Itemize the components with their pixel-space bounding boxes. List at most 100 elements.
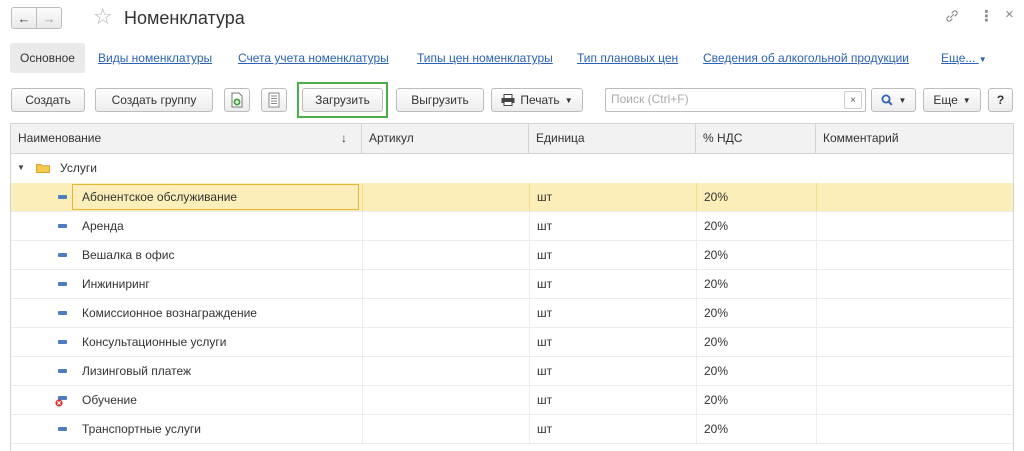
column-divider — [816, 328, 817, 356]
nomenclature-table: Наименование ↓ Артикул Единица % НДС Ком… — [10, 123, 1014, 451]
table-row[interactable]: Аренда шт 20% — [11, 212, 1013, 241]
more-vertical-icon[interactable]: ⋮ — [979, 7, 994, 25]
cell-unit: шт — [537, 277, 553, 291]
column-divider — [362, 328, 363, 356]
column-divider — [696, 415, 697, 443]
page-title: Номенклатура — [124, 8, 245, 28]
cell-unit: шт — [537, 335, 553, 349]
link-icon[interactable] — [944, 8, 960, 28]
expand-triangle-icon[interactable]: ▼ — [17, 154, 25, 182]
cell-vat: 20% — [704, 190, 729, 204]
cell-name: Консультационные услуги — [82, 335, 227, 349]
table-row[interactable]: Лизинговый платеж шт 20% — [11, 357, 1013, 386]
copy-button[interactable] — [224, 88, 250, 112]
cell-vat: 20% — [704, 277, 729, 291]
column-divider — [696, 386, 697, 414]
item-icon — [58, 311, 67, 315]
column-divider — [529, 212, 530, 240]
column-divider — [362, 357, 363, 385]
column-header-article[interactable]: Артикул — [362, 124, 529, 153]
item-icon — [58, 340, 67, 344]
table-row[interactable]: Транспортные услуги шт 20% — [11, 415, 1013, 444]
chevron-down-icon: ▼ — [564, 95, 573, 105]
column-divider — [529, 241, 530, 269]
item-icon — [58, 195, 67, 199]
column-divider — [696, 183, 697, 211]
column-divider — [529, 270, 530, 298]
tab-main[interactable]: Основное — [10, 43, 85, 73]
create-button[interactable]: Создать — [11, 88, 85, 112]
help-button[interactable]: ? — [988, 88, 1013, 112]
tab-accounting-accounts[interactable]: Счета учета номенклатуры — [238, 43, 389, 73]
column-divider — [696, 270, 697, 298]
tab-more[interactable]: Еще... ▼ — [941, 43, 987, 75]
tab-price-types[interactable]: Типы цен номенклатуры — [417, 43, 553, 73]
item-icon — [58, 282, 67, 286]
chevron-down-icon: ▼ — [898, 95, 907, 105]
cell-name: Транспортные услуги — [82, 422, 201, 436]
cell-name: Обучение — [82, 393, 137, 407]
column-divider — [696, 328, 697, 356]
table-row[interactable]: Инжиниринг шт 20% — [11, 270, 1013, 299]
list-button[interactable] — [261, 88, 287, 112]
clear-icon[interactable]: × — [844, 91, 862, 109]
column-header-name[interactable]: Наименование ↓ — [11, 124, 362, 153]
table-row[interactable]: Абонентское обслуживание шт 20% — [11, 183, 1013, 212]
column-divider — [529, 183, 530, 211]
column-divider — [362, 386, 363, 414]
cell-unit: шт — [537, 190, 553, 204]
column-header-comment[interactable]: Комментарий — [816, 124, 1013, 153]
table-row[interactable]: Обучение шт 20% — [11, 386, 1013, 415]
column-header-vat[interactable]: % НДС — [696, 124, 816, 153]
column-divider — [362, 270, 363, 298]
table-row[interactable]: Вешалка в офис шт 20% — [11, 241, 1013, 270]
group-label: Услуги — [60, 161, 97, 175]
table-row[interactable]: Консультационные услуги шт 20% — [11, 328, 1013, 357]
column-divider — [696, 299, 697, 327]
table-row[interactable]: Комиссионное вознаграждение шт 20% — [11, 299, 1013, 328]
chevron-down-icon: ▼ — [962, 95, 971, 105]
close-icon[interactable]: × — [1005, 6, 1014, 23]
column-divider — [816, 270, 817, 298]
cell-vat: 20% — [704, 248, 729, 262]
more-label: Еще — [933, 93, 958, 107]
column-divider — [529, 357, 530, 385]
group-row[interactable]: ▼ Услуги — [11, 154, 1013, 183]
cell-vat: 20% — [704, 422, 729, 436]
search-field[interactable]: × — [605, 88, 866, 112]
create-group-button[interactable]: Создать группу — [95, 88, 213, 112]
column-header-unit[interactable]: Единица — [529, 124, 696, 153]
item-icon — [58, 369, 67, 373]
cell-vat: 20% — [704, 219, 729, 233]
tab-planned-price-type[interactable]: Тип плановых цен — [577, 43, 678, 73]
cell-name: Аренда — [82, 219, 124, 233]
forward-button[interactable]: → — [36, 7, 62, 29]
column-divider — [362, 183, 363, 211]
column-header-name-label: Наименование — [18, 131, 102, 145]
star-icon[interactable]: ☆ — [93, 5, 113, 29]
search-button[interactable]: ▼ — [871, 88, 916, 112]
tab-nomenclature-types[interactable]: Виды номенклатуры — [98, 43, 212, 73]
print-label: Печать — [520, 93, 560, 107]
folder-icon — [36, 164, 50, 173]
tab-alcohol-info[interactable]: Сведения об алкогольной продукции — [703, 43, 909, 73]
item-icon — [58, 253, 67, 257]
column-divider — [529, 328, 530, 356]
column-divider — [816, 299, 817, 327]
more-button[interactable]: Еще ▼ — [923, 88, 981, 112]
back-button[interactable]: ← — [11, 7, 37, 29]
column-divider — [816, 241, 817, 269]
search-input[interactable] — [611, 92, 836, 106]
arrow-left-icon: ← — [17, 10, 31, 26]
column-divider — [362, 415, 363, 443]
print-button[interactable]: Печать ▼ — [491, 88, 583, 112]
printer-icon — [501, 94, 515, 106]
section-tabs: Основное Виды номенклатуры Счета учета н… — [10, 43, 1014, 73]
column-divider — [362, 299, 363, 327]
item-deleted-icon — [55, 396, 67, 407]
sort-arrow-icon: ↓ — [341, 131, 347, 145]
unload-button[interactable]: Выгрузить — [396, 88, 484, 112]
cell-name: Абонентское обслуживание — [82, 190, 238, 204]
cell-unit: шт — [537, 219, 553, 233]
load-button[interactable]: Загрузить — [302, 88, 383, 112]
